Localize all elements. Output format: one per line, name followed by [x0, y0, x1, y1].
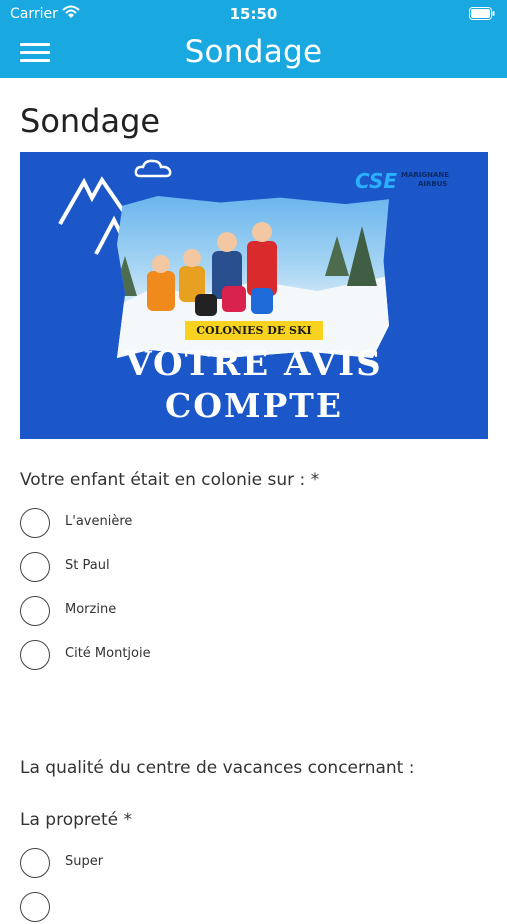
option-label: Cité Montjoie [65, 646, 151, 661]
survey-banner-image: CSE MARIGNANE AIRBUS COLONIES DE SKI VOT… [20, 152, 488, 439]
option-st-paul[interactable]: St Paul [20, 552, 320, 584]
status-bar: Carrier 15:50 [0, 0, 507, 28]
radio-button[interactable] [20, 552, 50, 582]
radio-button[interactable] [20, 892, 50, 922]
logo-subtitle-2: AIRBUS [418, 180, 448, 188]
option-label: St Paul [65, 558, 110, 573]
banner-headline-1: VOTRE AVIS [125, 344, 383, 384]
option-super[interactable]: Super [20, 848, 320, 880]
battery-icon [469, 7, 495, 20]
option-label: Super [65, 854, 104, 869]
status-time: 15:50 [229, 5, 278, 23]
option-avenière[interactable]: L'avenière [20, 508, 320, 540]
cloud-icon [134, 159, 172, 178]
radio-button[interactable] [20, 596, 50, 626]
radio-button[interactable] [20, 848, 50, 878]
banner-headline-2: COMPTE [164, 386, 344, 425]
app-header: Carrier 15:50 Sondage [0, 0, 507, 78]
option-morzine[interactable]: Morzine [20, 596, 320, 628]
cse-logo: CSE [355, 169, 398, 193]
option-next-partial[interactable] [20, 892, 320, 924]
radio-button[interactable] [20, 508, 50, 538]
option-cite-montjoie[interactable]: Cité Montjoie [20, 640, 320, 672]
banner-tag: COLONIES DE SKI [185, 321, 323, 340]
question-colony-location: Votre enfant était en colonie sur : * [20, 470, 320, 490]
logo-subtitle-1: MARIGNANE [401, 171, 450, 179]
survey-content[interactable]: Sondage CSE MARIGNANE AIRBUS COLONIES DE… [0, 78, 507, 922]
option-label: Morzine [65, 602, 117, 617]
radio-button[interactable] [20, 640, 50, 670]
nav-bar: Sondage [0, 28, 507, 78]
page-title: Sondage [20, 102, 161, 140]
option-label: L'avenière [65, 514, 133, 529]
question-cleanliness: La propreté * [20, 810, 132, 830]
nav-title: Sondage [184, 34, 323, 70]
section-quality-heading: La qualité du centre de vacances concern… [20, 758, 415, 778]
